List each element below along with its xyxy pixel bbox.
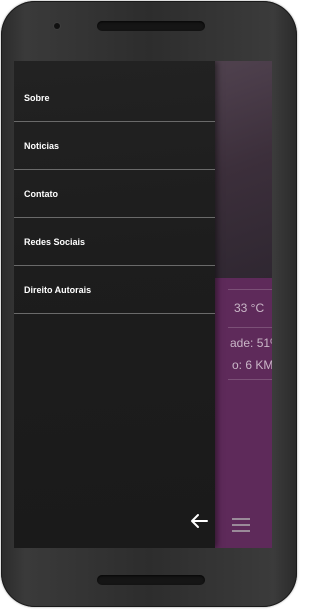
earpiece-speaker xyxy=(97,21,205,31)
drawer-item-direito-autorais[interactable]: Direito Autorais xyxy=(14,267,215,314)
drawer-item-noticias[interactable]: Noticias xyxy=(14,123,215,170)
navigation-drawer: Sobre Noticias Contato Redes Sociais Dir… xyxy=(14,61,215,548)
wind-value: o: 6 KM/h xyxy=(232,358,272,372)
screen: 33 °C ade: 51% o: 6 KM/h Sobre Noticias … xyxy=(14,61,272,548)
phone-frame: 33 °C ade: 51% o: 6 KM/h Sobre Noticias … xyxy=(1,1,297,607)
hamburger-menu-icon[interactable] xyxy=(232,518,250,532)
drawer-item-contato[interactable]: Contato xyxy=(14,171,215,218)
weather-divider xyxy=(228,327,272,328)
weather-divider xyxy=(228,379,272,380)
weather-divider xyxy=(228,289,272,290)
drawer-item-redes-sociais[interactable]: Redes Sociais xyxy=(14,219,215,266)
drawer-item-sobre[interactable]: Sobre xyxy=(14,75,215,122)
temperature-value: 33 °C xyxy=(234,301,265,315)
front-camera xyxy=(54,23,60,29)
arrow-left-icon[interactable] xyxy=(190,513,208,529)
humidity-value: ade: 51% xyxy=(230,336,272,350)
bottom-speaker xyxy=(97,575,205,585)
